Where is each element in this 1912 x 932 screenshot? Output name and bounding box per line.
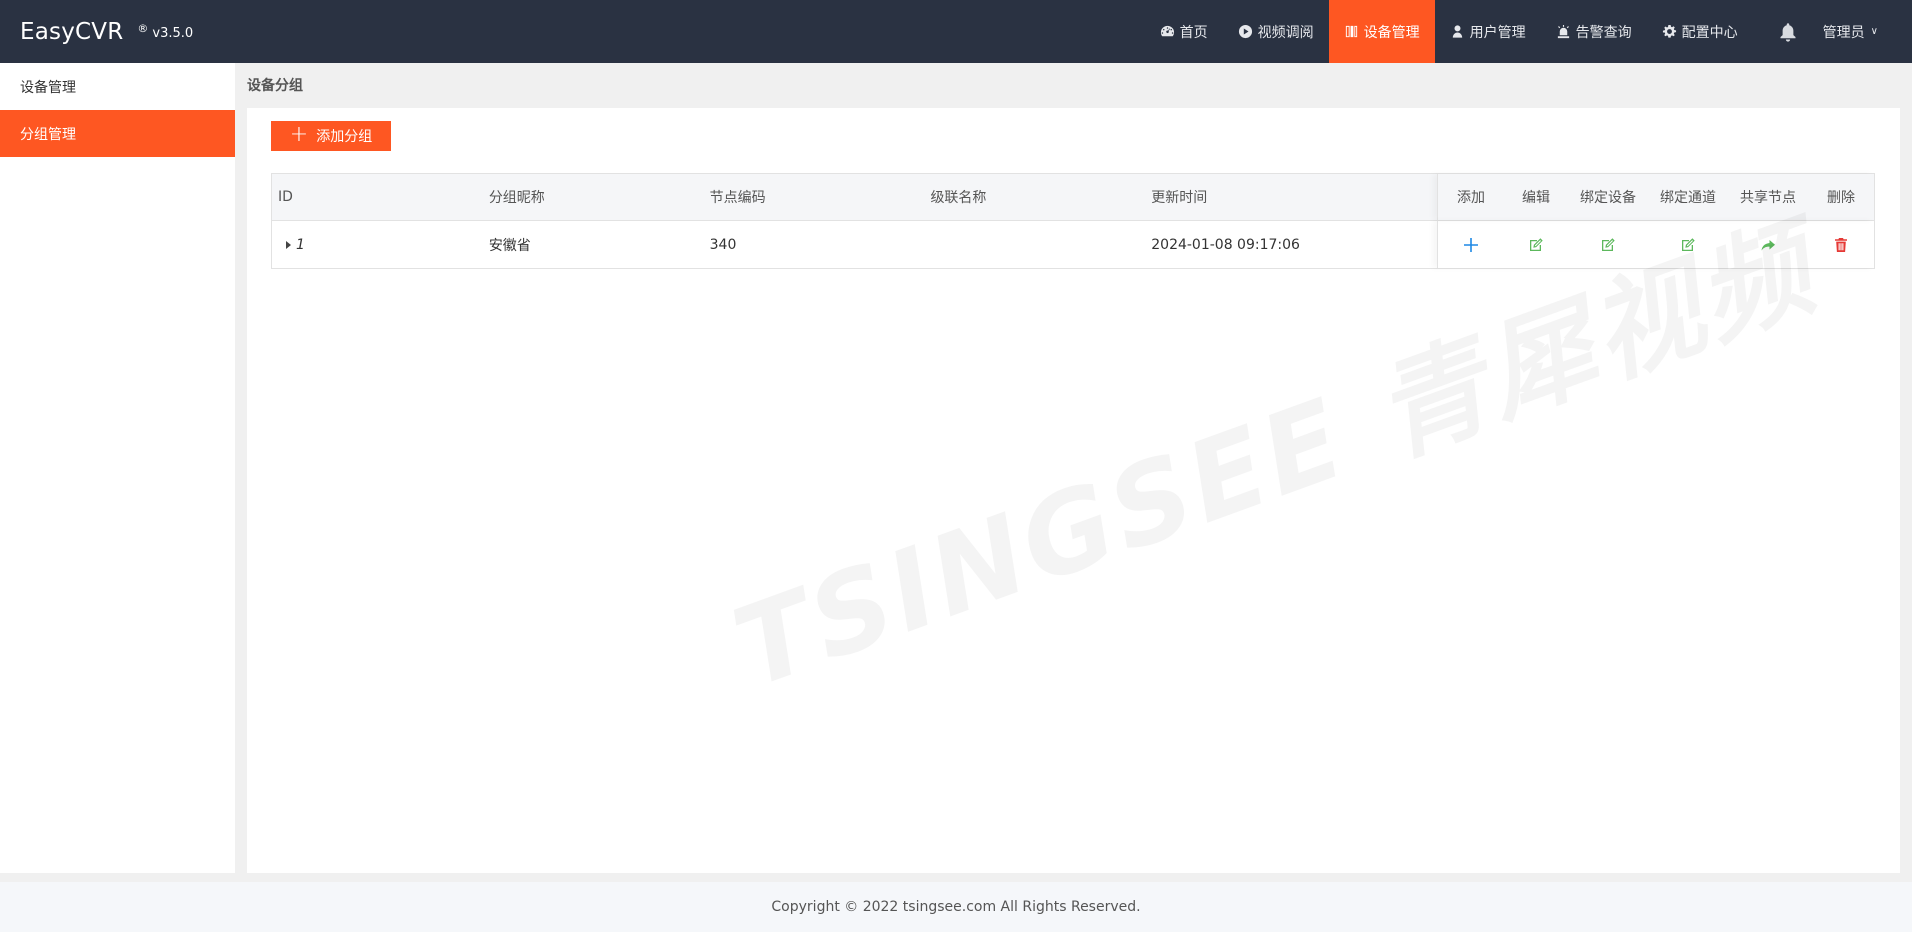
nav-label: 视频调阅: [1257, 24, 1314, 41]
plus-icon: +: [289, 122, 309, 147]
edit-icon: [1602, 237, 1615, 251]
nav-label: 首页: [1179, 24, 1208, 41]
expand-caret-icon[interactable]: [286, 240, 291, 249]
col-header-bind-device: 绑定设备: [1580, 190, 1636, 206]
plus-icon: [1464, 237, 1478, 252]
group-table: ID 分组昵称 节点编码 级联名称 更新时间 添加 编辑 绑定设备 绑定通道 共…: [271, 173, 1875, 269]
cell-id: 1: [272, 221, 483, 268]
nav-item-users[interactable]: 用户管理: [1435, 0, 1541, 63]
share-node-button[interactable]: [1728, 221, 1808, 268]
top-navbar: EasyCVR ® v3.5.0 首页 视频调阅 设备管理 用户管理 告警查询 …: [0, 0, 1912, 63]
scrollbar[interactable]: [1905, 63, 1912, 873]
col-header-time[interactable]: 更新时间: [1145, 174, 1437, 220]
nav-label: 告警查询: [1575, 24, 1632, 41]
sidebar-item-group-management[interactable]: 分组管理: [0, 110, 235, 157]
add-group-label: 添加分组: [316, 129, 373, 145]
notification-bell[interactable]: [1763, 0, 1813, 63]
columns-icon: [1345, 25, 1357, 38]
user-menu[interactable]: 管理员 ∨: [1813, 0, 1912, 63]
nav-item-alarms[interactable]: 告警查询: [1541, 0, 1647, 63]
user-name: 管理员: [1822, 24, 1865, 41]
bell-icon: [1780, 22, 1796, 42]
sidebar-item-label: 设备管理: [20, 79, 76, 96]
main-content: 设备分组 + 添加分组 ID 分组昵称 节点编码 级联名称 更新时间 添加 编辑…: [235, 63, 1912, 873]
breadcrumb: 设备分组: [247, 78, 303, 94]
registered-mark: ®: [137, 22, 149, 35]
footer: Copyright © 2022 tsingsee.com All Rights…: [0, 882, 1912, 932]
nav-label: 用户管理: [1469, 24, 1526, 41]
cell-cascade: [924, 221, 1145, 268]
cell-name: 安徽省: [488, 237, 531, 254]
sidebar: 设备管理 分组管理: [0, 63, 235, 873]
col-header-code[interactable]: 节点编码: [704, 174, 925, 220]
add-child-button[interactable]: [1438, 221, 1504, 268]
col-header-name[interactable]: 分组昵称: [483, 174, 704, 220]
row-id: 1: [296, 236, 305, 253]
col-header-bind-channel: 绑定通道: [1660, 190, 1716, 206]
brand-version: v3.5.0: [152, 26, 194, 41]
table-row: 1 安徽省 340 2024-01-08 09:17:06: [272, 221, 1874, 268]
nav-item-config[interactable]: 配置中心: [1647, 0, 1753, 63]
col-header-add: 添加: [1457, 190, 1485, 206]
trash-icon: [1835, 237, 1847, 252]
col-header-edit: 编辑: [1522, 190, 1550, 206]
user-icon: [1452, 25, 1462, 38]
delete-button[interactable]: [1808, 221, 1874, 268]
copyright-text: Copyright © 2022 tsingsee.com All Rights…: [771, 899, 1141, 915]
alarm-light-icon: [1557, 24, 1569, 39]
brand[interactable]: EasyCVR ® v3.5.0: [20, 0, 193, 63]
table-header-row: ID 分组昵称 节点编码 级联名称 更新时间 添加 编辑 绑定设备 绑定通道 共…: [272, 174, 1874, 221]
nav-item-devices[interactable]: 设备管理: [1328, 0, 1435, 63]
sidebar-item-device-management[interactable]: 设备管理: [0, 63, 235, 110]
col-header-delete: 删除: [1827, 190, 1855, 206]
bind-channel-button[interactable]: [1648, 221, 1728, 268]
cell-time: 2024-01-08 09:17:06: [1151, 236, 1300, 253]
edit-icon: [1530, 237, 1543, 251]
ops-header: 添加 编辑 绑定设备 绑定通道 共享节点 删除: [1437, 174, 1874, 220]
row-actions: [1437, 221, 1874, 268]
content-panel: + 添加分组 ID 分组昵称 节点编码 级联名称 更新时间 添加 编辑 绑定设备…: [247, 108, 1900, 873]
col-header-share: 共享节点: [1740, 190, 1796, 206]
edit-icon: [1682, 237, 1695, 251]
nav-label: 配置中心: [1681, 24, 1738, 41]
cell-code: 340: [709, 236, 737, 253]
col-header-id[interactable]: ID: [272, 174, 483, 220]
nav-label: 设备管理: [1363, 24, 1420, 41]
brand-name: EasyCVR: [20, 18, 124, 45]
sidebar-item-label: 分组管理: [20, 126, 76, 143]
add-group-button[interactable]: + 添加分组: [271, 121, 391, 151]
edit-button[interactable]: [1504, 221, 1568, 268]
share-icon: [1761, 239, 1775, 250]
gear-icon: [1662, 24, 1676, 38]
chevron-down-icon: ∨: [1870, 26, 1878, 37]
bind-device-button[interactable]: [1568, 221, 1648, 268]
nav-item-home[interactable]: 首页: [1145, 0, 1223, 63]
col-header-cascade[interactable]: 级联名称: [924, 174, 1145, 220]
main-nav: 首页 视频调阅 设备管理 用户管理 告警查询 配置中心 管理员 ∨: [1145, 0, 1912, 63]
play-circle-icon: [1238, 24, 1252, 39]
nav-item-video[interactable]: 视频调阅: [1223, 0, 1329, 63]
dashboard-icon: [1160, 25, 1174, 37]
